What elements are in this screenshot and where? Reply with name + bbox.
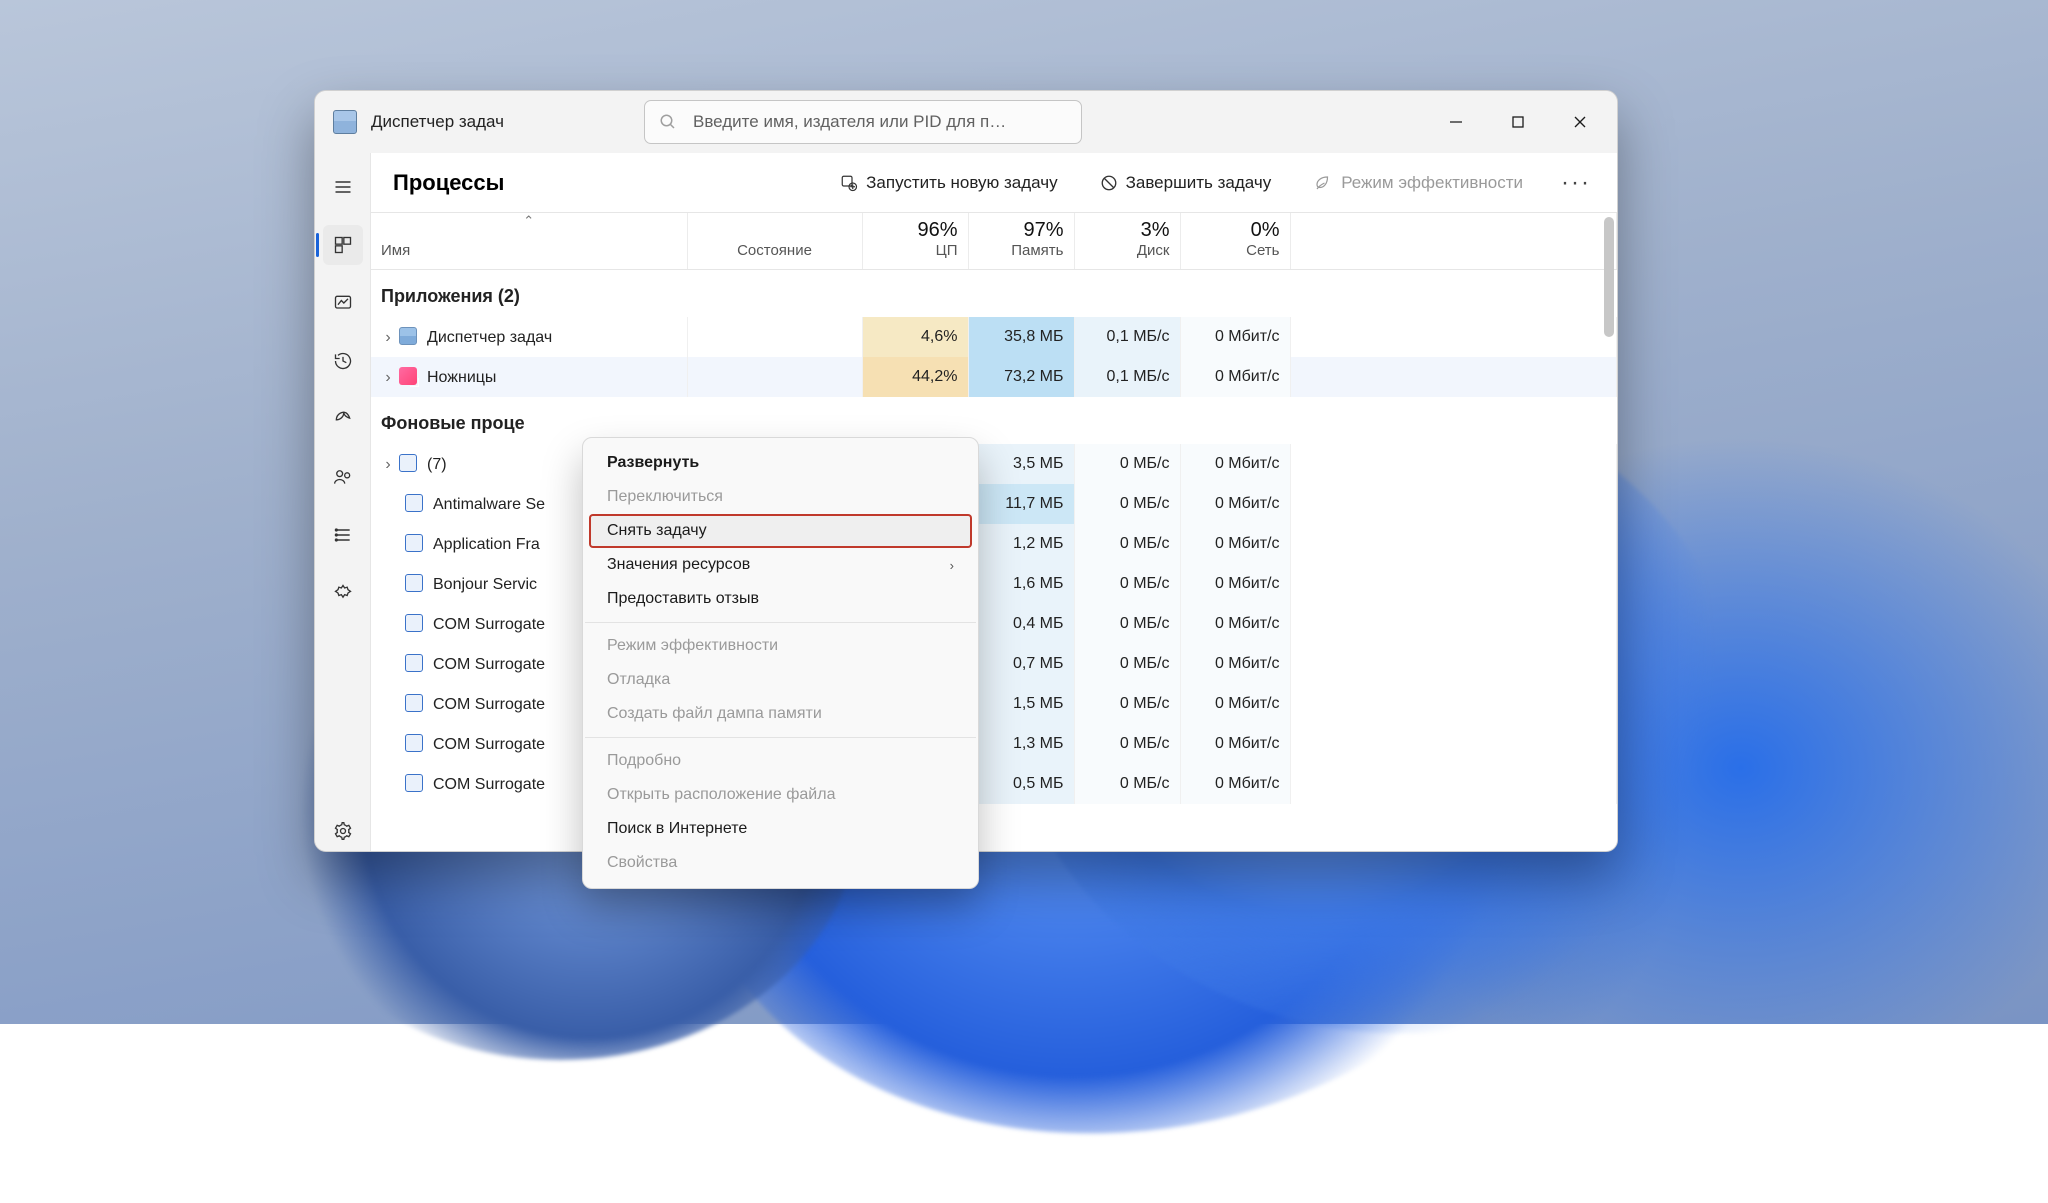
search-placeholder: Введите имя, издателя или PID для п… (693, 112, 1006, 132)
table-row[interactable]: COM Surrogate % 1,3 МБ 0 МБ/с 0 Мбит/с (371, 724, 1617, 764)
col-name[interactable]: ⌃Имя (371, 213, 687, 270)
process-icon (399, 327, 417, 345)
col-disk[interactable]: 3%Диск (1074, 213, 1180, 270)
process-icon (399, 454, 417, 472)
table-row[interactable]: COM Surrogate % 0,7 МБ 0 МБ/с 0 Мбит/с (371, 644, 1617, 684)
ctx-details: Подробно (583, 744, 978, 778)
table-row[interactable]: ›(7) % 3,5 МБ 0 МБ/с 0 Мбит/с (371, 444, 1617, 484)
process-icon (405, 734, 423, 752)
efficiency-mode-button[interactable]: Режим эффективности (1305, 167, 1531, 199)
end-icon (1100, 174, 1118, 192)
process-icon (399, 367, 417, 385)
run-new-task-button[interactable]: Запустить новую задачу (832, 167, 1065, 199)
col-mem[interactable]: 97%Память (968, 213, 1074, 270)
window-controls (1425, 99, 1611, 145)
col-net[interactable]: 0%Сеть (1180, 213, 1290, 270)
process-table[interactable]: ⌃Имя Состояние 96%ЦП 97%Память 3%Диск 0%… (371, 213, 1617, 851)
table-row[interactable]: ›Ножницы 44,2% 73,2 МБ 0,1 МБ/с 0 Мбит/с (371, 357, 1617, 397)
search-input[interactable]: Введите имя, издателя или PID для п… (644, 100, 1082, 144)
more-button[interactable]: ··· (1557, 169, 1595, 197)
process-icon (405, 574, 423, 592)
chevron-right-icon: › (950, 558, 954, 573)
separator (585, 737, 976, 738)
process-icon (405, 614, 423, 632)
ctx-search-online[interactable]: Поиск в Интернете (583, 812, 978, 846)
process-icon (405, 654, 423, 672)
col-cpu[interactable]: 96%ЦП (862, 213, 968, 270)
search-icon (659, 113, 677, 131)
context-menu: Развернуть Переключиться Снять задачу Зн… (582, 437, 979, 889)
ctx-resource-values[interactable]: Значения ресурсов› (583, 548, 978, 582)
sidebar-item-details[interactable] (323, 515, 363, 555)
chevron-right-icon[interactable]: › (381, 456, 395, 474)
ctx-expand[interactable]: Развернуть (583, 446, 978, 480)
col-state[interactable]: Состояние (687, 213, 862, 270)
ctx-properties: Свойства (583, 846, 978, 880)
hamburger-button[interactable] (323, 167, 363, 207)
table-row[interactable]: COM Surrogate % 0,4 МБ 0 МБ/с 0 Мбит/с (371, 604, 1617, 644)
scrollbar[interactable] (1599, 213, 1617, 851)
leaf-icon (1313, 174, 1333, 192)
ctx-feedback[interactable]: Предоставить отзыв (583, 582, 978, 616)
process-icon (405, 534, 423, 552)
sidebar-item-startup[interactable] (323, 399, 363, 439)
sort-indicator-icon: ⌃ (523, 213, 534, 229)
ctx-end-task[interactable]: Снять задачу (589, 514, 972, 548)
ctx-create-dump: Создать файл дампа памяти (583, 697, 978, 731)
separator (585, 622, 976, 623)
page-title: Процессы (393, 170, 504, 196)
scrollbar-thumb[interactable] (1604, 217, 1614, 337)
settings-button[interactable] (323, 811, 363, 851)
app-title: Диспетчер задач (371, 112, 504, 132)
ctx-efficiency-mode: Режим эффективности (583, 629, 978, 663)
sidebar-item-services[interactable] (323, 573, 363, 613)
sidebar-item-performance[interactable] (323, 283, 363, 323)
sidebar (315, 153, 371, 851)
process-icon (405, 494, 423, 512)
table-row[interactable]: Bonjour Servic % 1,6 МБ 0 МБ/с 0 Мбит/с (371, 564, 1617, 604)
table-row[interactable]: COM Surrogate % 0,5 МБ 0 МБ/с 0 Мбит/с (371, 764, 1617, 804)
ctx-switch-to: Переключиться (583, 480, 978, 514)
table-row[interactable]: ›Диспетчер задач 4,6% 35,8 МБ 0,1 МБ/с 0… (371, 317, 1617, 357)
app-icon (333, 110, 357, 134)
section-apps[interactable]: Приложения (2) (371, 270, 1617, 318)
section-background[interactable]: Фоновые проце (371, 397, 1617, 444)
sidebar-item-users[interactable] (323, 457, 363, 497)
chevron-right-icon[interactable]: › (381, 329, 395, 347)
close-button[interactable] (1549, 99, 1611, 145)
table-row[interactable]: Application Fra % 1,2 МБ 0 МБ/с 0 Мбит/с (371, 524, 1617, 564)
table-row[interactable]: Antimalware Se % 11,7 МБ 0 МБ/с 0 Мбит/с (371, 484, 1617, 524)
sidebar-item-processes[interactable] (323, 225, 363, 265)
ctx-debug: Отладка (583, 663, 978, 697)
table-row[interactable]: COM Surrogate % 1,5 МБ 0 МБ/с 0 Мбит/с (371, 684, 1617, 724)
chevron-right-icon[interactable]: › (381, 369, 395, 387)
main-panel: Процессы Запустить новую задачу Завершит… (371, 153, 1617, 851)
minimize-button[interactable] (1425, 99, 1487, 145)
run-icon (840, 174, 858, 192)
sidebar-item-history[interactable] (323, 341, 363, 381)
titlebar[interactable]: Диспетчер задач Введите имя, издателя ил… (315, 91, 1617, 153)
maximize-button[interactable] (1487, 99, 1549, 145)
ctx-open-location: Открыть расположение файла (583, 778, 978, 812)
process-icon (405, 694, 423, 712)
toolbar: Процессы Запустить новую задачу Завершит… (371, 153, 1617, 213)
process-icon (405, 774, 423, 792)
end-task-button[interactable]: Завершить задачу (1092, 167, 1280, 199)
